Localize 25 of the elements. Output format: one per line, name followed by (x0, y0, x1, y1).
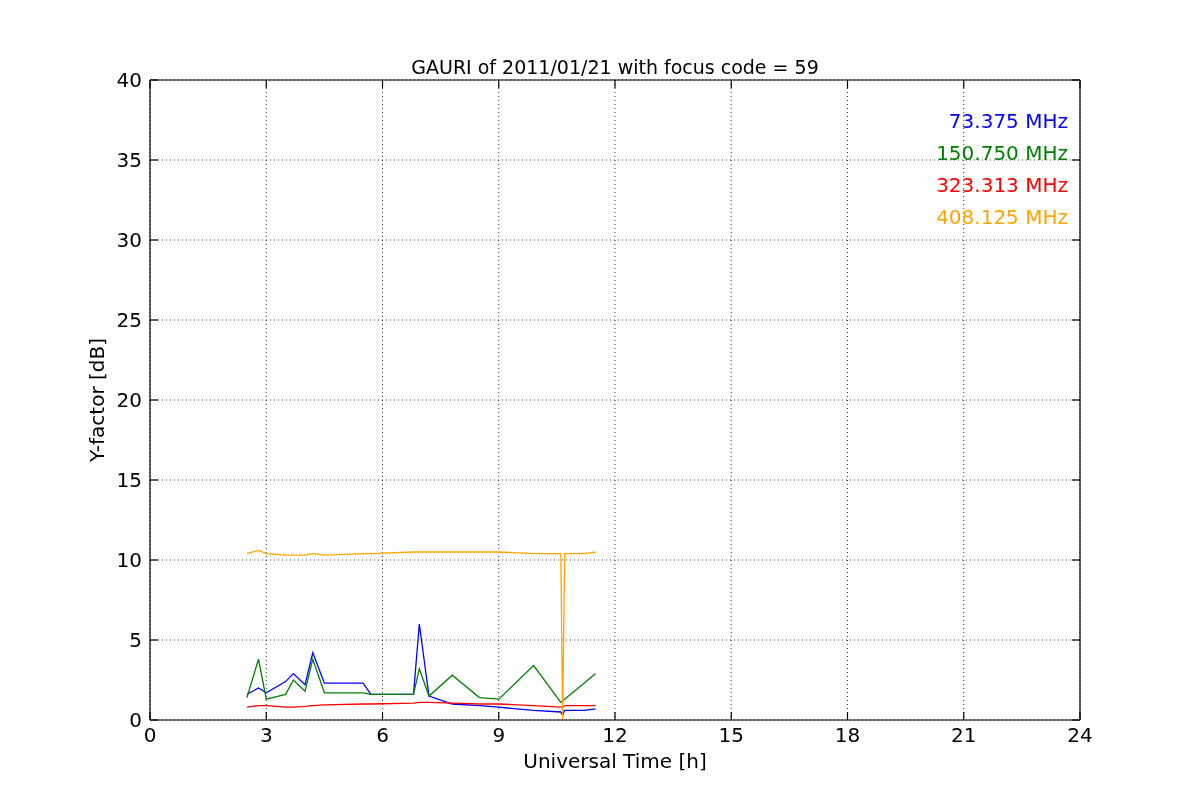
x-tick-label: 6 (376, 723, 389, 747)
y-axis-label: Y-factor [dB] (85, 338, 109, 462)
y-tick-label: 30 (116, 228, 142, 252)
legend-label: 150.750 MHz (936, 141, 1068, 165)
x-tick-label: 12 (602, 723, 628, 747)
x-tick-label: 15 (718, 723, 744, 747)
legend-label: 323.313 MHz (936, 173, 1068, 197)
chart-title: GAURI of 2011/01/21 with focus code = 59 (411, 56, 819, 78)
x-tick-label: 3 (259, 723, 273, 747)
x-tick-label: 9 (492, 723, 506, 747)
y-tick-label: 10 (116, 548, 142, 572)
x-tick-label: 0 (143, 723, 157, 747)
y-tick-label: 40 (116, 68, 142, 92)
y-tick-label: 0 (129, 708, 142, 732)
legend-label: 408.125 MHz (936, 205, 1068, 229)
y-tick-label: 15 (116, 468, 142, 492)
y-tick-label: 35 (116, 148, 142, 172)
x-axis-label: Universal Time [h] (523, 749, 707, 773)
y-tick-label: 20 (116, 388, 142, 412)
x-tick-label: 24 (1067, 723, 1093, 747)
x-tick-label: 21 (951, 723, 977, 747)
x-tick-label: 18 (834, 723, 861, 747)
y-tick-label: 25 (116, 308, 142, 332)
y-tick-label: 5 (129, 628, 142, 652)
legend-label: 73.375 MHz (948, 109, 1068, 133)
